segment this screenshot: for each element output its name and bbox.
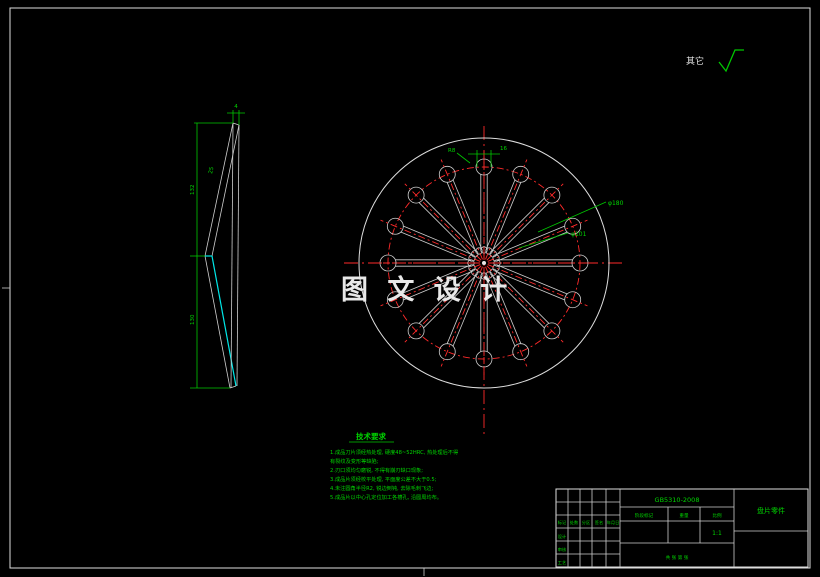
slot-side: [485, 179, 516, 250]
titleblock-role: 审核: [558, 546, 567, 553]
titleblock-role: 工艺: [558, 560, 566, 565]
note-line: 1.成品刀片须经热处理, 硬度48~52HRC, 热处理后不得: [330, 448, 458, 456]
slot-side: [423, 197, 478, 252]
dim-thickness: 4: [234, 104, 238, 110]
slot-centerline: [404, 183, 482, 261]
note-line: 4.未注圆角半径R2, 锐边倒钝, 去除毛刺飞边;: [330, 484, 433, 492]
titleblock-header: 分区: [582, 519, 590, 526]
tech-notes: 技术要求 1.成品刀片须经热处理, 硬度48~52HRC, 热处理后不得 有裂纹…: [330, 431, 458, 501]
notes-lines: 1.成品刀片须经热处理, 硬度48~52HRC, 热处理后不得 有裂纹及变形等缺…: [330, 448, 458, 501]
leader-lower-label: φ101: [571, 231, 587, 238]
titleblock-header: 签名: [595, 519, 603, 526]
stage-label: 阶段标记: [635, 512, 654, 519]
titleblock-header: 标记: [558, 519, 567, 526]
slot-side: [452, 179, 483, 250]
cad-sheet: 其它 4 25 132 130 R8 16 φ180 φ101 图 文 设 计 …: [0, 0, 820, 577]
tb-role-column: 设计审核工艺: [558, 533, 567, 565]
slot-side: [418, 202, 473, 257]
slot-centerline: [486, 183, 564, 261]
drawing-code: GB5310-2008: [655, 496, 700, 504]
center-point: [482, 261, 486, 265]
dim-lower: 130: [190, 314, 196, 325]
titleblock-header: 年月日: [607, 519, 620, 526]
side-profile-inner-lower: [211, 255, 237, 387]
slot-side: [490, 197, 545, 252]
leader-line: [456, 152, 471, 164]
dim-width: 16: [500, 146, 507, 152]
sheet-label: 共 张 第 张: [666, 554, 689, 561]
slot-side: [491, 182, 522, 253]
other-surfaces-label: 其它: [686, 55, 704, 67]
roughness-check-icon: [718, 49, 744, 73]
side-profile-inner-upper: [211, 124, 240, 257]
slot-side: [446, 182, 477, 253]
leader-upper-label: φ180: [608, 200, 624, 207]
title-block: GB5310-2008 盘片零件 阶段标记 重量 比例 1:1 共 张 第 张 …: [555, 488, 809, 568]
part-name: 盘片零件: [757, 506, 785, 515]
slot-side: [400, 231, 471, 262]
side-top-cap: [232, 122, 240, 126]
titleblock-role: 设计: [558, 533, 566, 540]
side-back-edge-inner: [236, 124, 240, 387]
tb-header-row: 标记 处数 分区 签名 年月日: [558, 519, 619, 526]
slot-side: [403, 225, 474, 256]
watermark-text: 图 文 设 计: [341, 274, 512, 306]
slot-side: [495, 202, 550, 257]
note-line: 3.成品片须经校平处理, 平面度公差不大于0.5;: [330, 475, 437, 483]
scale-label: 比例: [712, 512, 722, 519]
dim-angle: 25: [208, 166, 215, 175]
slot-side: [494, 225, 565, 256]
leader-line: [537, 201, 607, 233]
dim-radius: R8: [448, 148, 456, 154]
titleblock-header: 处数: [570, 519, 579, 526]
note-line: 有裂纹及变形等缺陷;: [330, 457, 379, 465]
side-view: 4 25 132 130: [190, 104, 245, 389]
weight-label: 重量: [679, 512, 689, 519]
scale-value: 1:1: [712, 530, 722, 537]
note-line: 2.刃口须均匀磨锐, 不得有崩刃缺口现象;: [330, 466, 423, 474]
dim-upper: 132: [190, 185, 196, 196]
roughness-note: 其它: [686, 49, 744, 73]
notes-title: 技术要求: [356, 431, 386, 441]
cad-drawing: 其它 4 25 132 130 R8 16 φ180 φ101 图 文 设 计 …: [2, 7, 811, 576]
note-line: 5.成品片以中心孔定位加工各槽孔, 沿圆周均布。: [330, 493, 442, 501]
